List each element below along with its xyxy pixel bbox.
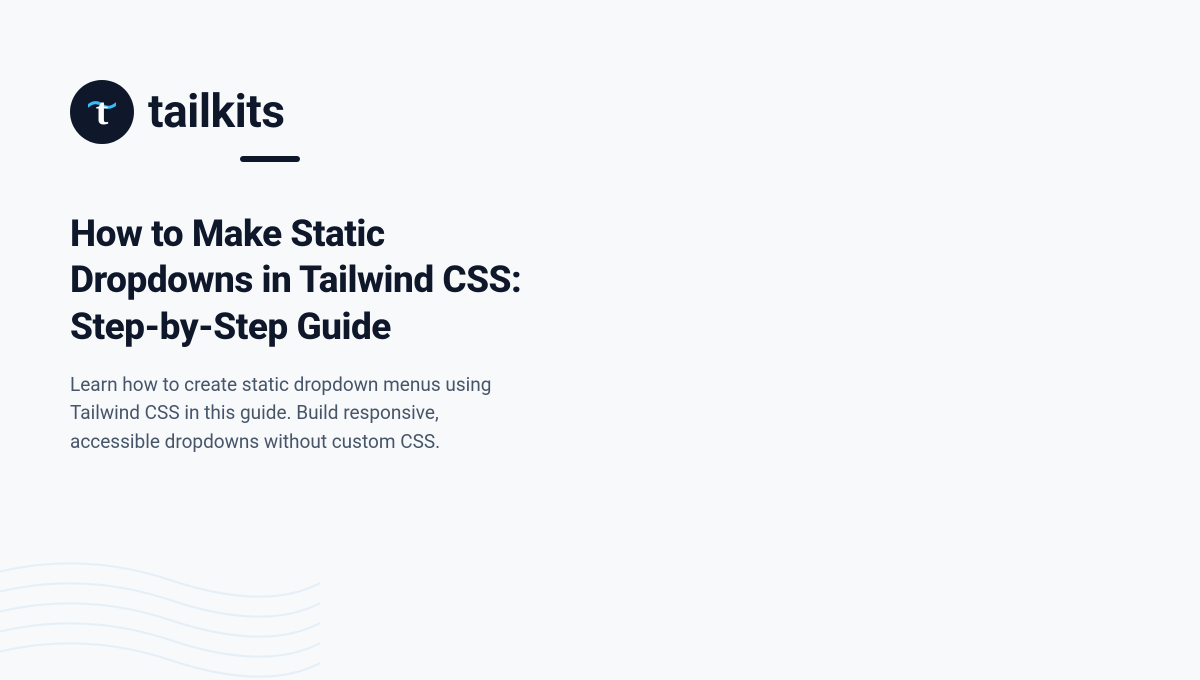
brand-logo: t tailkits <box>70 80 1130 144</box>
logo-icon: t <box>70 80 134 144</box>
article-description: Learn how to create static dropdown menu… <box>70 371 500 457</box>
article-title: How to Make Static Dropdowns in Tailwind… <box>70 212 530 351</box>
brand-underline <box>240 156 300 162</box>
brand-name: tailkits <box>148 85 284 139</box>
